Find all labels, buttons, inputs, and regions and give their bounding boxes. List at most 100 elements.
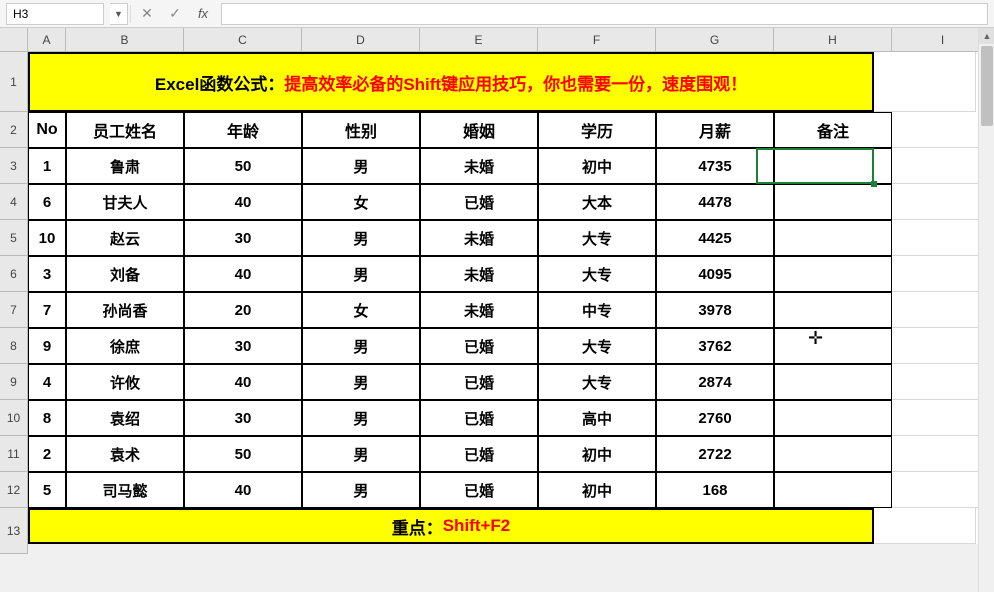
cell-remark[interactable]: [774, 472, 892, 508]
cell-gender[interactable]: 女: [302, 292, 420, 328]
cell-no[interactable]: 3: [28, 256, 66, 292]
formula-input[interactable]: [221, 3, 988, 25]
col-header-C[interactable]: C: [184, 28, 302, 52]
cell-salary[interactable]: 4735: [656, 148, 774, 184]
cell-age[interactable]: 40: [184, 472, 302, 508]
cell-edu[interactable]: 大专: [538, 328, 656, 364]
cell-age[interactable]: 40: [184, 256, 302, 292]
cell-gender[interactable]: 男: [302, 400, 420, 436]
cell-gender[interactable]: 女: [302, 184, 420, 220]
col-header-E[interactable]: E: [420, 28, 538, 52]
enter-icon[interactable]: ✓: [161, 3, 189, 25]
cell-gender[interactable]: 男: [302, 364, 420, 400]
cell-age[interactable]: 50: [184, 436, 302, 472]
cell-no[interactable]: 2: [28, 436, 66, 472]
cell-name[interactable]: 甘夫人: [66, 184, 184, 220]
row-header-10[interactable]: 10: [0, 400, 28, 436]
th-salary[interactable]: 月薪: [656, 112, 774, 148]
cell-marriage[interactable]: 未婚: [420, 292, 538, 328]
cell-salary[interactable]: 4425: [656, 220, 774, 256]
row-header-9[interactable]: 9: [0, 364, 28, 400]
cell-I13[interactable]: [874, 508, 976, 544]
cell-age[interactable]: 30: [184, 400, 302, 436]
cell-salary[interactable]: 3978: [656, 292, 774, 328]
cell-name[interactable]: 刘备: [66, 256, 184, 292]
row-header-1[interactable]: 1: [0, 52, 28, 112]
col-header-G[interactable]: G: [656, 28, 774, 52]
scroll-up-icon[interactable]: ▲: [979, 28, 994, 44]
col-header-A[interactable]: A: [28, 28, 66, 52]
th-edu[interactable]: 学历: [538, 112, 656, 148]
row-header-4[interactable]: 4: [0, 184, 28, 220]
col-header-B[interactable]: B: [66, 28, 184, 52]
cell-edu[interactable]: 初中: [538, 148, 656, 184]
col-header-F[interactable]: F: [538, 28, 656, 52]
cell-edu[interactable]: 大专: [538, 220, 656, 256]
title-banner[interactable]: Excel函数公式： 提高效率必备的Shift键应用技巧，你也需要一份，速度围观…: [28, 52, 874, 112]
cell-gender[interactable]: 男: [302, 328, 420, 364]
cell-marriage[interactable]: 已婚: [420, 472, 538, 508]
cell-salary[interactable]: 2722: [656, 436, 774, 472]
cell-name[interactable]: 袁绍: [66, 400, 184, 436]
cell-no[interactable]: 6: [28, 184, 66, 220]
cell-remark[interactable]: [774, 328, 892, 364]
th-marriage[interactable]: 婚姻: [420, 112, 538, 148]
cell-edu[interactable]: 初中: [538, 472, 656, 508]
cell-name[interactable]: 许攸: [66, 364, 184, 400]
cell-salary[interactable]: 2874: [656, 364, 774, 400]
cell-marriage[interactable]: 已婚: [420, 364, 538, 400]
cell-marriage[interactable]: 未婚: [420, 148, 538, 184]
cell-gender[interactable]: 男: [302, 220, 420, 256]
cancel-icon[interactable]: ✕: [133, 3, 161, 25]
cell-remark[interactable]: [774, 256, 892, 292]
vertical-scrollbar[interactable]: ▲: [978, 28, 994, 592]
row-header-3[interactable]: 3: [0, 148, 28, 184]
th-gender[interactable]: 性别: [302, 112, 420, 148]
cell-remark[interactable]: [774, 220, 892, 256]
name-box[interactable]: H3: [6, 3, 104, 25]
th-name[interactable]: 员工姓名: [66, 112, 184, 148]
cell-salary[interactable]: 3762: [656, 328, 774, 364]
row-header-13[interactable]: 13: [0, 508, 28, 554]
cell-marriage[interactable]: 未婚: [420, 256, 538, 292]
cell-gender[interactable]: 男: [302, 256, 420, 292]
cell-gender[interactable]: 男: [302, 436, 420, 472]
row-header-6[interactable]: 6: [0, 256, 28, 292]
cell-no[interactable]: 8: [28, 400, 66, 436]
row-header-8[interactable]: 8: [0, 328, 28, 364]
cell-marriage[interactable]: 已婚: [420, 328, 538, 364]
cell-marriage[interactable]: 已婚: [420, 400, 538, 436]
cell-no[interactable]: 9: [28, 328, 66, 364]
cell-name[interactable]: 徐庶: [66, 328, 184, 364]
row-header-2[interactable]: 2: [0, 112, 28, 148]
cell-marriage[interactable]: 已婚: [420, 436, 538, 472]
th-no[interactable]: No: [28, 112, 66, 148]
scroll-thumb[interactable]: [981, 46, 993, 126]
col-header-D[interactable]: D: [302, 28, 420, 52]
row-header-12[interactable]: 12: [0, 472, 28, 508]
row-header-11[interactable]: 11: [0, 436, 28, 472]
cell-age[interactable]: 30: [184, 328, 302, 364]
cell-age[interactable]: 50: [184, 148, 302, 184]
cell-edu[interactable]: 初中: [538, 436, 656, 472]
cell-age[interactable]: 20: [184, 292, 302, 328]
cell-remark[interactable]: [774, 148, 892, 184]
row-header-5[interactable]: 5: [0, 220, 28, 256]
cell-no[interactable]: 4: [28, 364, 66, 400]
cell-edu[interactable]: 大专: [538, 256, 656, 292]
cell-name[interactable]: 司马懿: [66, 472, 184, 508]
name-box-dropdown-icon[interactable]: ▼: [110, 3, 128, 25]
cell-remark[interactable]: [774, 436, 892, 472]
row-header-7[interactable]: 7: [0, 292, 28, 328]
cell-edu[interactable]: 大专: [538, 364, 656, 400]
footer-banner[interactable]: 重点： Shift+F2: [28, 508, 874, 544]
cell-I1[interactable]: [874, 52, 976, 112]
cell-salary[interactable]: 2760: [656, 400, 774, 436]
select-all-corner[interactable]: [0, 28, 28, 52]
fill-handle[interactable]: [871, 181, 877, 187]
cell-edu[interactable]: 大本: [538, 184, 656, 220]
cell-remark[interactable]: [774, 184, 892, 220]
cell-no[interactable]: 5: [28, 472, 66, 508]
cell-no[interactable]: 1: [28, 148, 66, 184]
cell-age[interactable]: 40: [184, 364, 302, 400]
